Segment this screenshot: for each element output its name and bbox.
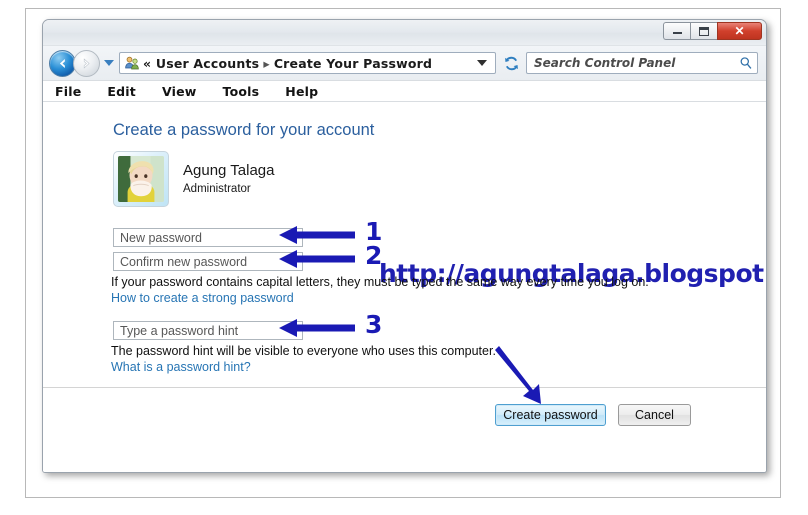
cancel-button[interactable]: Cancel xyxy=(618,404,691,426)
hint-visibility-help-text: The password hint will be visible to eve… xyxy=(111,344,496,358)
new-password-input[interactable]: New password xyxy=(113,228,303,247)
maximize-button[interactable] xyxy=(690,22,717,40)
address-bar[interactable]: « User Accounts ▸ Create Your Password xyxy=(119,52,496,74)
avatar xyxy=(113,151,169,207)
chevron-down-icon[interactable] xyxy=(477,60,487,66)
close-button[interactable]: ✕ xyxy=(717,22,762,40)
page-title: Create a password for your account xyxy=(113,121,375,139)
confirm-password-input[interactable]: Confirm new password xyxy=(113,252,303,271)
annotation-number-3: 3 xyxy=(365,310,383,339)
annotation-arrow-create-password xyxy=(495,346,541,404)
account-name: Agung Talaga xyxy=(183,162,275,179)
history-dropdown-icon[interactable] xyxy=(104,60,114,66)
breadcrumb-separator: ▸ xyxy=(263,55,270,71)
minimize-icon xyxy=(672,29,682,34)
minimize-button[interactable] xyxy=(663,22,690,40)
breadcrumb: « User Accounts ▸ Create Your Password xyxy=(143,56,471,71)
forward-button[interactable] xyxy=(73,49,100,77)
breadcrumb-item-create-your-password[interactable]: Create Your Password xyxy=(274,56,432,71)
address-toolbar: « User Accounts ▸ Create Your Password Sea… xyxy=(43,46,766,80)
search-box[interactable]: Search Control Panel xyxy=(526,52,758,74)
back-arrow-icon xyxy=(59,58,65,68)
window-titlebar: ✕ xyxy=(43,20,766,46)
menu-item-tools[interactable]: Tools xyxy=(223,84,260,99)
close-icon: ✕ xyxy=(734,24,745,38)
account-role: Administrator xyxy=(183,183,251,195)
back-button[interactable] xyxy=(49,49,76,77)
refresh-icon xyxy=(504,56,518,70)
link-strong-password[interactable]: How to create a strong password xyxy=(111,291,294,305)
link-what-is-password-hint[interactable]: What is a password hint? xyxy=(111,360,251,374)
window-controls: ✕ xyxy=(663,22,762,40)
user-avatar-photo xyxy=(118,156,164,202)
breadcrumb-item-user-accounts[interactable]: User Accounts xyxy=(156,56,259,71)
breadcrumb-prefix: « xyxy=(143,55,152,71)
control-panel-window: ✕ « User Accounts ▸ Create Your Password… xyxy=(42,19,767,473)
menu-item-file[interactable]: File xyxy=(55,84,81,99)
menu-item-help[interactable]: Help xyxy=(285,84,318,99)
user-accounts-icon xyxy=(124,55,140,71)
forward-arrow-icon xyxy=(83,57,90,69)
menu-bar: File Edit View Tools Help xyxy=(43,80,766,102)
search-input[interactable]: Search Control Panel xyxy=(534,56,739,70)
footer-divider xyxy=(43,387,766,388)
create-password-button[interactable]: Create password xyxy=(495,404,606,426)
page-content: Create a password for your account Agung… xyxy=(43,102,766,472)
annotation-number-2: 2 xyxy=(365,241,383,270)
password-hint-input[interactable]: Type a password hint xyxy=(113,321,303,340)
menu-item-edit[interactable]: Edit xyxy=(107,84,136,99)
search-icon xyxy=(740,57,752,69)
refresh-button[interactable] xyxy=(500,52,522,74)
menu-item-view[interactable]: View xyxy=(162,84,197,99)
caps-help-text: If your password contains capital letter… xyxy=(111,275,649,289)
maximize-icon xyxy=(699,26,709,36)
